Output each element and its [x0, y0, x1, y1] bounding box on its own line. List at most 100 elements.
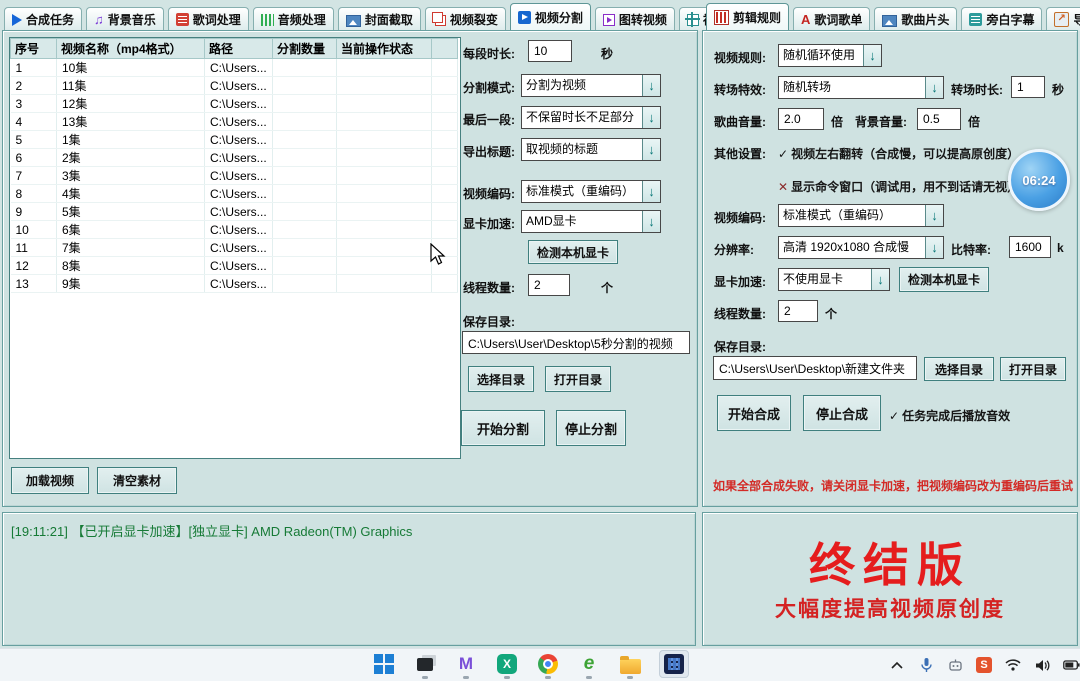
chevron-down-icon[interactable]: ↓ — [642, 139, 660, 160]
clear-materials-button[interactable]: 清空素材 — [97, 467, 177, 494]
e-browser-icon[interactable]: e — [577, 652, 601, 676]
compose-detect-gpu-button[interactable]: 检测本机显卡 — [899, 267, 989, 292]
volume-icon[interactable] — [1033, 656, 1051, 674]
tab-video-split[interactable]: 视频分割 — [510, 3, 591, 31]
encode-select[interactable]: 标准模式（重编码） ↓ — [521, 180, 661, 203]
table-row[interactable]: 139集C:\Users... — [11, 275, 458, 293]
cell-filler — [432, 59, 458, 77]
flip-video-checkbox[interactable]: ✓视频左右翻转（合成慢，可以提高原创度） — [778, 145, 1019, 162]
compose-encode-select[interactable]: 标准模式（重编码） ↓ — [778, 204, 944, 227]
table-row[interactable]: 106集C:\Users... — [11, 221, 458, 239]
detect-gpu-button[interactable]: 检测本机显卡 — [528, 240, 618, 264]
table-row[interactable]: 95集C:\Users... — [11, 203, 458, 221]
table-row[interactable]: 413集C:\Users... — [11, 113, 458, 131]
tab-image-to-video[interactable]: 图转视频 — [595, 7, 675, 31]
chevron-down-icon[interactable]: ↓ — [642, 181, 660, 202]
chevron-down-icon[interactable]: ↓ — [925, 237, 943, 258]
col-index[interactable]: 序号 — [11, 39, 57, 59]
tab-audio-process[interactable]: 音频处理 — [253, 7, 334, 31]
table-row[interactable]: 312集C:\Users... — [11, 95, 458, 113]
tab-compose-task[interactable]: 合成任务 — [4, 7, 82, 31]
active-app-icon[interactable] — [659, 650, 689, 678]
chevron-down-icon[interactable]: ↓ — [925, 77, 943, 98]
stop-split-button[interactable]: 停止分割 — [556, 410, 626, 446]
play-sound-checkbox[interactable]: ✓任务完成后播放音效 — [889, 407, 1010, 424]
chevron-down-icon[interactable]: ↓ — [642, 107, 660, 128]
tab-video-fission[interactable]: 视频裂变 — [425, 7, 506, 31]
tab-export-title[interactable]: 导出标题 — [1046, 7, 1080, 31]
segment-duration-input[interactable]: 10 — [528, 40, 572, 62]
compose-encode-value: 标准模式（重编码） — [779, 205, 925, 226]
compose-threads-input[interactable]: 2 — [778, 300, 818, 322]
resolution-select[interactable]: 高清 1920x1080 合成慢 ↓ — [778, 236, 944, 259]
tab-label: 剪辑规则 — [733, 9, 781, 26]
table-row[interactable]: 73集C:\Users... — [11, 167, 458, 185]
table-row[interactable]: 62集C:\Users... — [11, 149, 458, 167]
cell-no: 11 — [11, 239, 57, 257]
tab-narration-subtitle[interactable]: 旁白字幕 — [961, 7, 1042, 31]
chevron-down-icon[interactable]: ↓ — [642, 75, 660, 96]
col-path[interactable]: 路径 — [205, 39, 273, 59]
chevron-down-icon[interactable]: ↓ — [642, 211, 660, 232]
chevron-down-icon[interactable]: ↓ — [871, 269, 889, 290]
bitrate-input[interactable]: 1600 — [1009, 236, 1051, 258]
export-title-label: 导出标题: — [463, 143, 515, 160]
gpu-accel-value: AMD显卡 — [522, 211, 642, 232]
compose-choose-dir-button[interactable]: 选择目录 — [924, 357, 994, 381]
show-cmd-checkbox[interactable]: ✕显示命令窗口（调试用，用不到话请无视） — [778, 178, 1019, 195]
transition-select[interactable]: 随机转场 ↓ — [778, 76, 944, 99]
start-compose-button[interactable]: 开始合成 — [717, 395, 791, 431]
table-row[interactable]: 110集C:\Users... — [11, 59, 458, 77]
song-volume-input[interactable]: 2.0 — [778, 108, 824, 130]
chrome-icon[interactable] — [536, 652, 560, 676]
wifi-icon[interactable] — [1004, 656, 1022, 674]
export-title-select[interactable]: 取视频的标题 ↓ — [521, 138, 661, 161]
tab-lyrics-process[interactable]: 歌词处理 — [168, 7, 249, 31]
col-status[interactable]: 当前操作状态 — [337, 39, 432, 59]
cell-filler — [432, 95, 458, 113]
last-segment-select[interactable]: 不保留时长不足部分 ↓ — [521, 106, 661, 129]
chevron-down-icon[interactable]: ↓ — [863, 45, 881, 66]
choose-dir-button[interactable]: 选择目录 — [468, 366, 534, 392]
compose-save-dir-input[interactable]: C:\Users\User\Desktop\新建文件夹 — [713, 356, 917, 380]
gpu-accel-select[interactable]: AMD显卡 ↓ — [521, 210, 661, 233]
col-split-count[interactable]: 分割数量 — [273, 39, 337, 59]
table-row[interactable]: 117集C:\Users... — [11, 239, 458, 257]
windows-start-icon[interactable] — [372, 652, 396, 676]
tray-expand-icon[interactable] — [888, 656, 906, 674]
split-mode-select[interactable]: 分割为视频 ↓ — [521, 74, 661, 97]
m-app-icon[interactable]: M — [454, 652, 478, 676]
x-green-app-icon[interactable]: X — [495, 652, 519, 676]
tab-cover-capture[interactable]: 封面截取 — [338, 7, 421, 31]
video-rule-select[interactable]: 随机循环使用 ↓ — [778, 44, 882, 67]
tab-edit-rules[interactable]: 剪辑规则 — [706, 3, 789, 31]
load-videos-button[interactable]: 加载视频 — [11, 467, 89, 494]
table-row[interactable]: 128集C:\Users... — [11, 257, 458, 275]
table-row[interactable]: 84集C:\Users... — [11, 185, 458, 203]
tab-lyrics-playlist[interactable]: A 歌词歌单 — [793, 7, 870, 31]
task-view-icon[interactable] — [413, 652, 437, 676]
battery-icon[interactable] — [1062, 656, 1080, 674]
col-video-name[interactable]: 视频名称（mp4格式） — [57, 39, 205, 59]
compose-open-dir-button[interactable]: 打开目录 — [1000, 357, 1066, 381]
ime-icon[interactable] — [946, 656, 964, 674]
bg-volume-input[interactable]: 0.5 — [917, 108, 961, 130]
chevron-down-icon[interactable]: ↓ — [925, 205, 943, 226]
save-dir-input[interactable]: C:\Users\User\Desktop\5秒分割的视频 — [462, 331, 690, 354]
threads-input[interactable]: 2 — [528, 274, 570, 296]
stop-compose-button[interactable]: 停止合成 — [803, 395, 881, 431]
microphone-icon[interactable] — [917, 656, 935, 674]
table-row[interactable]: 211集C:\Users... — [11, 77, 458, 95]
floating-timer-widget[interactable]: 06:24 — [1008, 149, 1070, 211]
file-explorer-icon[interactable] — [618, 652, 642, 676]
tab-label: 旁白字幕 — [986, 11, 1034, 28]
compose-warning-text: 如果全部合成失败，请关闭显卡加速，把视频编码改为重编码后重试 — [713, 477, 1073, 494]
start-split-button[interactable]: 开始分割 — [461, 410, 545, 446]
open-dir-button[interactable]: 打开目录 — [545, 366, 611, 392]
sogou-icon[interactable]: S — [975, 656, 993, 674]
tab-song-intro[interactable]: 歌曲片头 — [874, 7, 957, 31]
table-row[interactable]: 51集C:\Users... — [11, 131, 458, 149]
tab-bg-music[interactable]: ♫ 背景音乐 — [86, 7, 164, 31]
compose-gpu-select[interactable]: 不使用显卡 ↓ — [778, 268, 890, 291]
transition-duration-input[interactable]: 1 — [1011, 76, 1045, 98]
